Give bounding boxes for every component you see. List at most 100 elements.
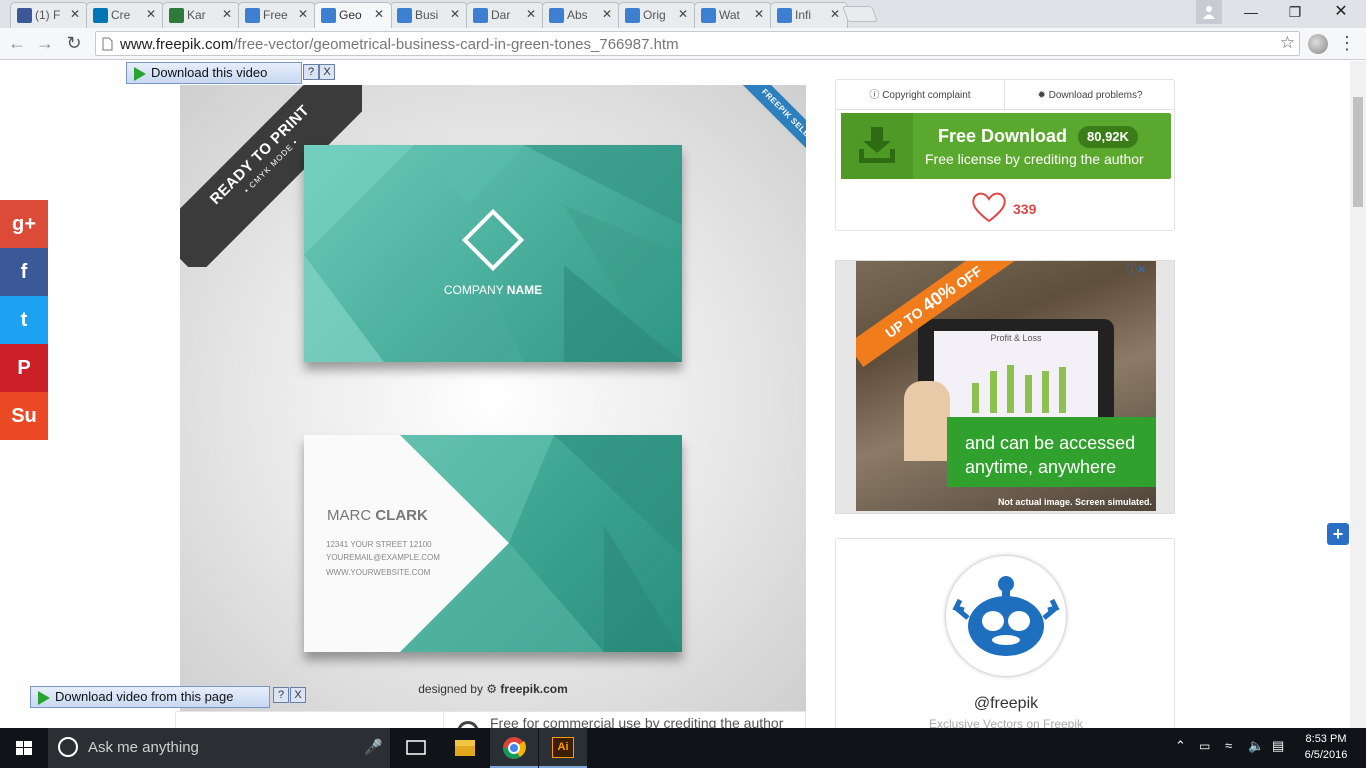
plus-button[interactable]: + — [1327, 523, 1349, 545]
contact-email: YOUREMAIL@EXAMPLE.COM — [326, 553, 440, 562]
reload-icon: ↻ — [66, 33, 82, 53]
bookmark-star-icon[interactable]: ☆ — [1280, 33, 1295, 53]
share-pinterest-button[interactable]: P — [0, 344, 48, 392]
close-tab-icon[interactable]: ✕ — [70, 7, 80, 21]
system-clock[interactable]: 8:53 PM 6/5/2016 — [1296, 731, 1356, 763]
file-explorer-button[interactable] — [441, 728, 489, 768]
free-download-button[interactable]: Free Download 80,92K Free license by cre… — [841, 113, 1171, 179]
battery-icon[interactable]: ▭ — [1199, 739, 1210, 753]
tab-0[interactable]: (1) F ✕ — [10, 2, 88, 28]
vector-preview-image[interactable]: READY TO PRINT • CMYK MODE • FREEPIK SEL… — [180, 85, 806, 711]
copyright-complaint-link[interactable]: ⓘ Copyright complaint — [836, 80, 1005, 110]
info-divider — [443, 711, 444, 728]
hand-graphic — [904, 381, 950, 461]
close-window-button[interactable]: ✕ — [1319, 0, 1363, 24]
tab-5[interactable]: Busi ✕ — [390, 2, 468, 28]
pinterest-icon: P — [17, 357, 31, 379]
microphone-icon[interactable]: 🎤 — [364, 738, 383, 756]
task-view-icon — [406, 740, 426, 755]
tab-9[interactable]: Wat ✕ — [694, 2, 772, 28]
download-problems-link[interactable]: ✹ Download problems? — [1005, 80, 1175, 110]
close-tab-icon[interactable]: ✕ — [754, 7, 764, 21]
start-button[interactable] — [0, 728, 48, 768]
menu-icon[interactable]: ⋮ — [1338, 32, 1356, 54]
share-twitter-button[interactable]: t — [0, 296, 48, 344]
cortana-icon — [58, 737, 78, 757]
close-tab-icon[interactable]: ✕ — [830, 7, 840, 21]
tab-4[interactable]: Geo ✕ — [314, 2, 392, 28]
chrome-icon — [503, 737, 526, 759]
close-tab-icon[interactable]: ✕ — [450, 7, 460, 21]
tab-2[interactable]: Kar ✕ — [162, 2, 240, 28]
close-button[interactable]: X — [290, 687, 306, 703]
contact-address: 12341 YOUR STREET 12100 — [326, 540, 432, 549]
windows-taskbar: Ask me anything 🎤 Ai ⌃ ▭ ≈ 🔈 ▤ 8:53 PM 6… — [0, 728, 1366, 768]
close-tab-icon[interactable]: ✕ — [146, 7, 156, 21]
chrome-taskbar-button[interactable] — [490, 728, 538, 768]
windows-logo-icon — [16, 741, 32, 755]
help-button[interactable]: ? — [303, 64, 319, 80]
reload-button[interactable]: ↻ — [63, 32, 85, 54]
folder-icon — [455, 740, 475, 756]
ad-image: Profit & Loss UP TO 40% OFF and can be a… — [856, 261, 1156, 511]
close-tab-icon[interactable]: ✕ — [222, 7, 232, 21]
close-tab-icon[interactable]: ✕ — [678, 7, 688, 21]
search-placeholder: Ask me anything — [88, 739, 199, 756]
tab-title: Wat — [719, 8, 740, 22]
restore-button[interactable]: ❐ — [1273, 0, 1317, 24]
adchoices-icon[interactable]: ⓘ✕ — [1126, 261, 1146, 277]
business-card-front: COMPANY NAME — [304, 145, 682, 362]
twitter-icon: t — [20, 309, 28, 331]
download-this-video-button[interactable]: Download this video — [126, 62, 302, 84]
freepik-icon — [321, 8, 336, 23]
extension-icon[interactable] — [1308, 34, 1328, 54]
close-tab-icon[interactable]: ✕ — [602, 7, 612, 21]
address-bar[interactable]: www.freepik.com/free-vector/geometrical-… — [95, 31, 1300, 56]
notifications-icon[interactable]: ▤ — [1272, 738, 1284, 754]
avatar[interactable] — [946, 556, 1066, 676]
site-icon — [169, 8, 184, 23]
scrollbar-thumb[interactable] — [1353, 97, 1363, 207]
profile-button[interactable] — [1196, 0, 1222, 24]
advertisement[interactable]: Profit & Loss UP TO 40% OFF and can be a… — [835, 260, 1175, 514]
heart-icon[interactable] — [971, 191, 1007, 223]
download-title: Free Download — [938, 126, 1068, 146]
facebook-icon — [17, 8, 32, 23]
forward-button[interactable]: → — [34, 32, 56, 54]
cortana-search-box[interactable]: Ask me anything 🎤 — [48, 728, 390, 768]
close-tab-icon[interactable]: ✕ — [526, 7, 536, 21]
author-subtitle: Exclusive Vectors on Freepik — [928, 717, 1084, 728]
share-stumbleupon-button[interactable]: Su — [0, 392, 48, 440]
share-googleplus-button[interactable]: g+ — [0, 200, 48, 248]
close-tab-icon[interactable]: ✕ — [374, 7, 384, 21]
author-handle[interactable]: @freepik — [836, 695, 1176, 713]
tab-title: (1) F — [35, 8, 61, 22]
volume-icon[interactable]: 🔈 — [1248, 738, 1264, 754]
page-scrollbar[interactable] — [1350, 61, 1366, 728]
wifi-icon[interactable]: ≈ — [1225, 738, 1232, 753]
close-button[interactable]: X — [319, 64, 335, 80]
tab-6[interactable]: Dar ✕ — [466, 2, 544, 28]
back-button[interactable]: ← — [6, 32, 28, 54]
googleplus-icon: g+ — [12, 213, 36, 235]
tab-7[interactable]: Abs ✕ — [542, 2, 620, 28]
clock-time: 8:53 PM — [1305, 733, 1347, 745]
ad-disclaimer: Not actual image. Screen simulated. — [997, 497, 1152, 507]
share-facebook-button[interactable]: f — [0, 248, 48, 296]
tab-1[interactable]: Cre ✕ — [86, 2, 164, 28]
download-video-from-page-button[interactable]: Download video from this page — [30, 686, 270, 708]
tab-10[interactable]: Infi ✕ — [770, 2, 848, 28]
arrow-right-icon: → — [36, 33, 54, 53]
freepik-icon — [473, 8, 488, 23]
tab-title: Orig — [643, 8, 666, 22]
close-tab-icon[interactable]: ✕ — [298, 7, 308, 21]
tab-3[interactable]: Free ✕ — [238, 2, 316, 28]
illustrator-taskbar-button[interactable]: Ai — [539, 728, 587, 768]
tab-8[interactable]: Orig ✕ — [618, 2, 696, 28]
show-hidden-icons-button[interactable]: ⌃ — [1175, 738, 1186, 754]
task-view-button[interactable] — [392, 728, 440, 768]
minimize-button[interactable]: — — [1229, 0, 1273, 24]
alert-icon: ⓘ — [869, 90, 880, 101]
new-tab-button[interactable] — [842, 6, 878, 22]
help-button[interactable]: ? — [273, 687, 289, 703]
